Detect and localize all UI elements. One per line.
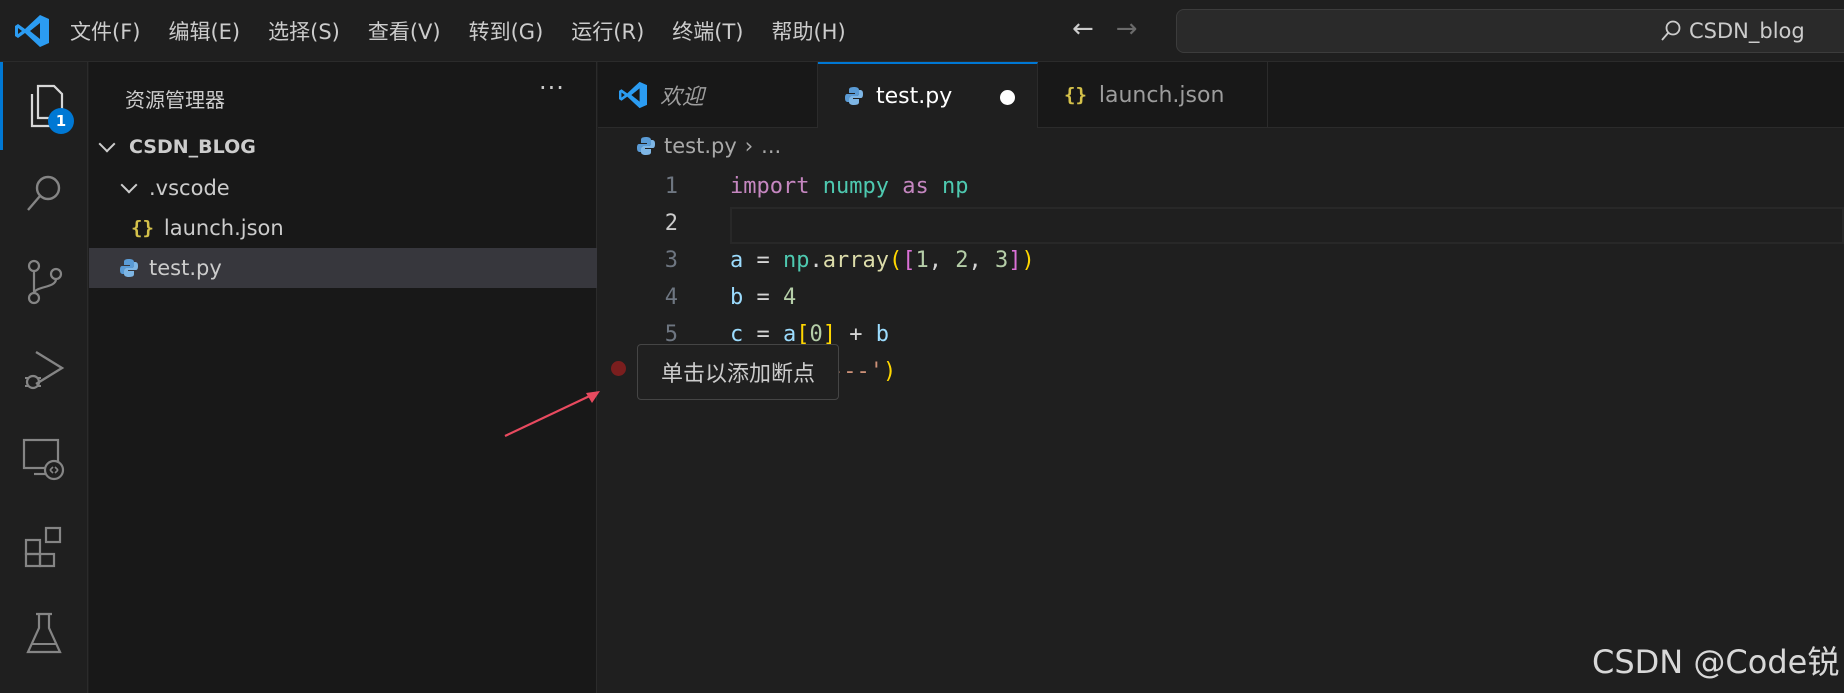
extensions-icon: [24, 526, 62, 568]
navigation-arrows: ← →: [1072, 14, 1138, 44]
vscode-logo-icon: [15, 15, 49, 47]
back-arrow-icon[interactable]: ←: [1072, 14, 1094, 44]
menu-view[interactable]: 查看(V): [368, 16, 441, 46]
menu-bar: 文件(F) 编辑(E) 选择(S) 查看(V) 转到(G) 运行(R) 终端(T…: [70, 0, 874, 62]
tab-test-py-label: test.py: [876, 83, 953, 109]
tab-launch-json[interactable]: {} launch.json: [1038, 62, 1268, 128]
file-launch-json-label: launch.json: [163, 216, 284, 240]
explorer-sidebar: 资源管理器 ··· CSDN_BLOG .vscode {} launch.js…: [89, 62, 597, 693]
unsaved-dot-icon[interactable]: [1000, 90, 1015, 105]
vscode-logo-icon: [619, 81, 647, 109]
json-file-icon: {}: [1064, 84, 1087, 106]
watermark: CSDN @Code锐: [1592, 643, 1840, 681]
breakpoint-tooltip: 单击以添加断点: [637, 344, 839, 400]
testing-activity[interactable]: [0, 590, 88, 678]
breakpoint-hint-dot[interactable]: [611, 361, 626, 376]
search-text: CSDN_blog: [1689, 19, 1805, 43]
python-file-icon: [120, 259, 138, 277]
json-file-icon: {}: [131, 217, 154, 239]
line-number: 4: [664, 285, 678, 310]
source-control-icon: [27, 259, 63, 305]
tab-test-py[interactable]: test.py: [818, 62, 1038, 128]
explorer-activity[interactable]: 1: [0, 62, 88, 150]
testing-flask-icon: [26, 612, 62, 654]
code-line-current: 2: [598, 207, 1844, 244]
code-line: 1 import numpy as np: [598, 170, 1844, 207]
extensions-activity[interactable]: [0, 502, 88, 590]
tab-welcome[interactable]: 欢迎: [598, 62, 818, 128]
run-debug-icon: [25, 350, 65, 390]
code-text: b = 4: [730, 285, 797, 310]
folder-vscode[interactable]: .vscode: [89, 168, 597, 208]
workspace-root-label: CSDN_BLOG: [129, 136, 256, 158]
line-number: 1: [664, 174, 678, 199]
line-number: 3: [664, 248, 678, 273]
menu-terminal[interactable]: 终端(T): [672, 16, 743, 46]
code-editor[interactable]: 1 import numpy as np 2 3 a = np.array([1…: [598, 128, 1844, 693]
menu-edit[interactable]: 编辑(E): [168, 16, 240, 46]
file-test-py-label: test.py: [149, 256, 222, 280]
source-control-activity[interactable]: [0, 238, 88, 326]
tab-launch-json-label: launch.json: [1098, 82, 1225, 108]
annotation-arrow: [504, 391, 600, 437]
explorer-badge: 1: [48, 108, 74, 134]
search-icon: [1661, 20, 1681, 41]
search-activity[interactable]: [0, 150, 88, 238]
menu-go[interactable]: 转到(G): [469, 16, 544, 46]
run-debug-activity[interactable]: [0, 326, 88, 414]
file-launch-json[interactable]: {} launch.json: [89, 208, 597, 248]
explorer-title: 资源管理器: [125, 88, 225, 112]
activity-bar: 1: [0, 62, 88, 693]
more-actions-icon[interactable]: ···: [539, 74, 565, 102]
folder-vscode-label: .vscode: [149, 176, 230, 200]
menu-run[interactable]: 运行(R): [571, 16, 644, 46]
menu-selection[interactable]: 选择(S): [268, 16, 340, 46]
title-bar: 文件(F) 编辑(E) 选择(S) 查看(V) 转到(G) 运行(R) 终端(T…: [0, 0, 1844, 62]
code-text: import numpy as np: [730, 174, 969, 199]
python-file-icon: [845, 87, 863, 105]
menu-help[interactable]: 帮助(H): [771, 16, 845, 46]
code-line: 3 a = np.array([1, 2, 3]): [598, 244, 1844, 281]
chevron-down-icon: [98, 135, 116, 153]
remote-explorer-activity[interactable]: [0, 414, 88, 502]
code-text: a = np.array([1, 2, 3]): [730, 248, 1035, 273]
file-test-py[interactable]: test.py: [89, 248, 597, 288]
command-center-search[interactable]: CSDN_blog: [1176, 9, 1844, 53]
workspace-root[interactable]: CSDN_BLOG: [89, 127, 597, 167]
editor-tabs: 欢迎 test.py {} launch.json: [598, 62, 1844, 128]
code-line: 4 b = 4: [598, 281, 1844, 318]
tab-welcome-label: 欢迎: [660, 85, 705, 110]
remote-explorer-icon: [22, 438, 65, 481]
code-text-partial: ---'): [830, 359, 897, 384]
line-number: 2: [664, 211, 678, 236]
menu-file[interactable]: 文件(F): [70, 16, 140, 46]
current-line-highlight: [730, 207, 1844, 244]
forward-arrow-icon[interactable]: →: [1116, 14, 1138, 44]
chevron-down-icon: [120, 176, 138, 194]
search-activity-icon: [27, 175, 61, 211]
